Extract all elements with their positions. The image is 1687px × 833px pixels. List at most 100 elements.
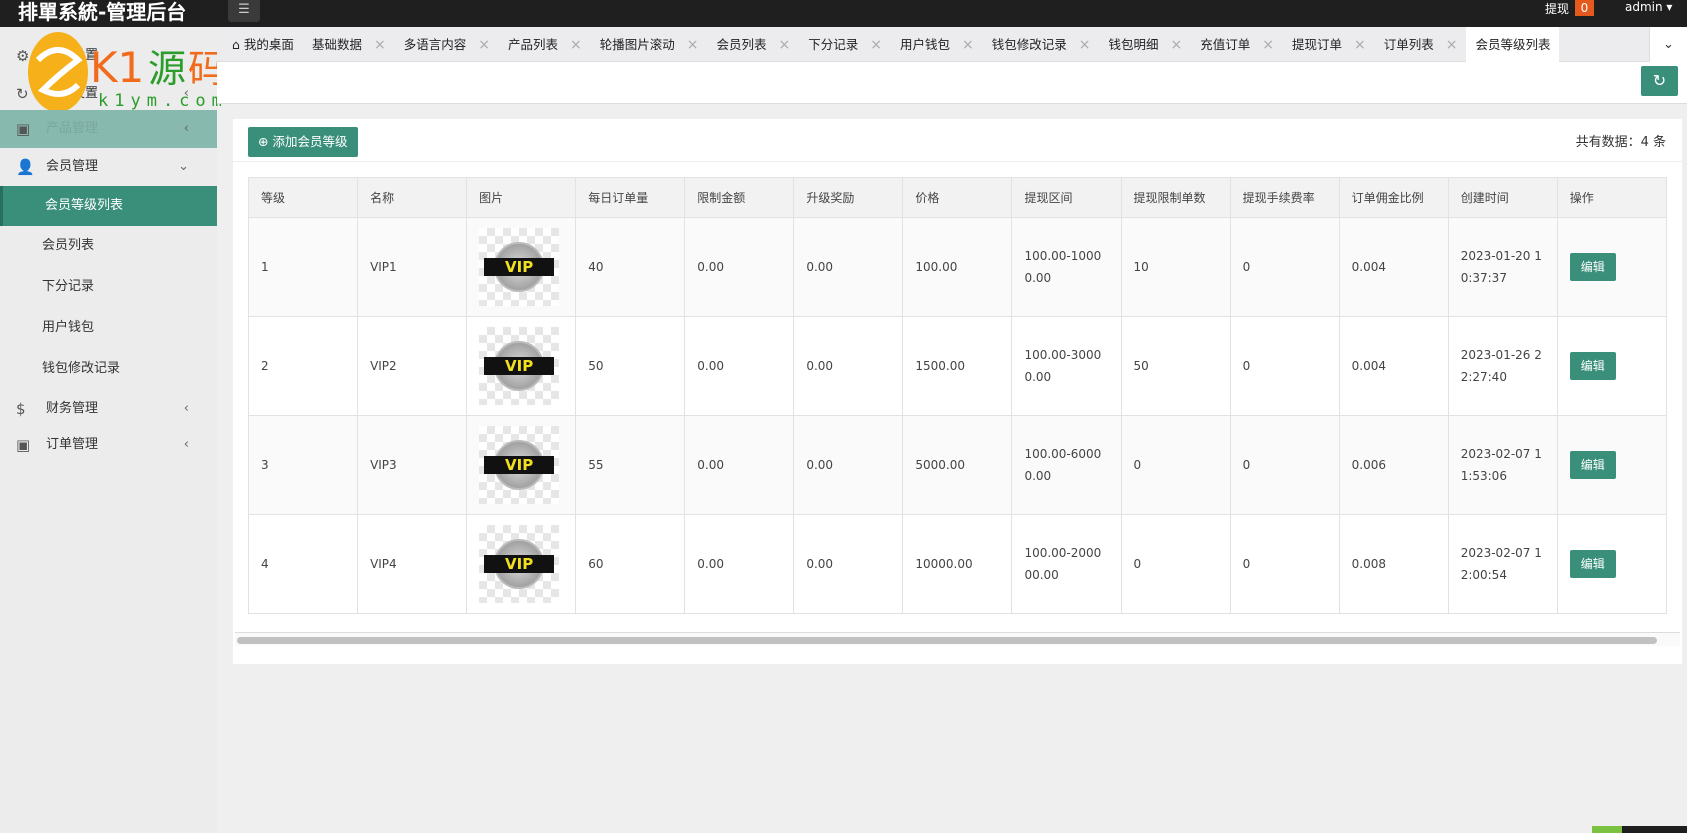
close-icon[interactable]: × <box>1446 37 1458 53</box>
sidebar-item-members[interactable]: 👤 会员管理 ⌄ <box>0 148 217 186</box>
tab-withdraw[interactable]: 提现订单 × <box>1283 27 1375 62</box>
scrollbar-thumb[interactable] <box>237 637 1657 644</box>
table-cell: 0 <box>1229 415 1340 515</box>
refresh-icon: ↻ <box>16 85 29 103</box>
tab-more-button[interactable]: ⌄ <box>1649 27 1687 62</box>
table-cell: 100.00-30000.00 <box>1011 316 1122 416</box>
vip-badge-image: VIP <box>479 327 560 405</box>
chevron-left-icon: ‹ <box>183 437 189 452</box>
table-cell: 100.00-200000.00 <box>1011 514 1122 614</box>
table-cell: 0.008 <box>1338 514 1449 614</box>
tab-orders[interactable]: 订单列表 × <box>1375 27 1467 62</box>
content-card: ⊕ 添加会员等级 共有数据：4 条 等级 名称 图片 每日订单量 限制金额 升级奖励 价格提… <box>233 119 1682 664</box>
table-cell: 40 <box>575 217 686 317</box>
close-icon[interactable]: × <box>1170 37 1182 53</box>
tab-label: 下分记录 <box>808 37 859 52</box>
edit-button[interactable]: 编辑 <box>1569 550 1616 578</box>
tab-label: 钱包明细 <box>1108 37 1159 52</box>
tab-label: 订单列表 <box>1383 37 1434 52</box>
tab-members[interactable]: 会员列表 × <box>707 27 799 62</box>
sidebar-item-wallet[interactable]: 用户钱包 <box>0 309 217 347</box>
box-icon: ▣ <box>16 120 31 138</box>
tab-languages[interactable]: 多语言内容 × <box>395 27 499 62</box>
sidebar-item-label: 产品管理 <box>46 121 99 136</box>
sidebar-item-wallet-log[interactable]: 钱包修改记录 <box>0 350 217 388</box>
edit-button[interactable]: 编辑 <box>1569 451 1616 479</box>
sidebar-item-orders[interactable]: ▣ 订单管理 ‹ <box>0 426 217 464</box>
tab-basic-data[interactable]: 基础数据 × <box>303 27 395 62</box>
close-icon[interactable]: × <box>478 37 490 53</box>
table-cell: 10000.00 <box>902 514 1013 614</box>
table-cell: 0.00 <box>684 217 795 317</box>
edit-button[interactable]: 编辑 <box>1569 253 1616 281</box>
sidebar-item-finance[interactable]: $ 财务管理 ‹ <box>0 390 217 428</box>
vip-label: VIP <box>484 357 555 375</box>
sidebar-item-member-list[interactable]: 会员列表 <box>0 227 217 265</box>
add-member-level-button[interactable]: ⊕ 添加会员等级 <box>248 127 358 157</box>
table-cell: 2023-01-20 10:37:37 <box>1447 217 1558 317</box>
sidebar-item-label: 钱包修改记录 <box>42 361 121 376</box>
table-cell: 0 <box>1120 415 1231 515</box>
table-cell: 0.00 <box>793 316 904 416</box>
tab-label: 基础数据 <box>311 37 362 52</box>
column-header: 订单佣金比例 <box>1338 177 1449 218</box>
home-icon: ⌂ <box>232 37 244 52</box>
table-row: 2 VIP2 VIP 50 0.00 0.00 1500.00 100.00-30000.00… <box>247 316 1668 416</box>
refresh-button[interactable]: ↻ <box>1641 66 1678 96</box>
tab-recharge[interactable]: 充值订单 × <box>1191 27 1283 62</box>
table-cell: 2 <box>247 316 359 416</box>
table-row: 4 VIP4 VIP 60 0.00 0.00 10000.00 100.00-200000.… <box>247 514 1668 614</box>
close-icon[interactable]: × <box>374 37 386 53</box>
close-icon[interactable]: × <box>870 37 882 53</box>
tab-downscore[interactable]: 下分记录 × <box>799 27 891 62</box>
box-icon: ▣ <box>16 436 31 454</box>
corner-bar <box>1622 826 1687 833</box>
tab-carousel[interactable]: 轮播图片滚动 × <box>591 27 708 62</box>
sidebar: ⚙系统设置 ↻基础设置‹ ▣产品管理‹ 👤会员管理⌄ 会员等级列表 会员列表 下… <box>0 27 217 833</box>
chevron-down-icon: ⌄ <box>1663 37 1674 52</box>
horizontal-scrollbar[interactable] <box>235 632 1680 646</box>
column-header: 创建时间 <box>1447 177 1558 218</box>
user-menu[interactable]: admin ▾ <box>1625 0 1672 14</box>
table-cell: VIP <box>466 415 577 515</box>
close-icon[interactable]: × <box>687 37 699 53</box>
tab-label: 产品列表 <box>507 37 558 52</box>
table-cell: 0.004 <box>1338 316 1449 416</box>
tab-label: 用户钱包 <box>899 37 950 52</box>
close-icon[interactable]: × <box>1262 37 1274 53</box>
sidebar-item-products[interactable]: ▣ 产品管理 ‹ <box>0 110 217 148</box>
refresh-icon: ↻ <box>1652 71 1667 90</box>
table-cell: 0.00 <box>793 415 904 515</box>
close-icon[interactable]: × <box>1354 37 1366 53</box>
sidebar-item-downscore[interactable]: 下分记录 <box>0 268 217 306</box>
svg-text:k1ym.com: k1ym.com <box>98 91 228 110</box>
close-icon[interactable]: × <box>962 37 974 53</box>
table-cell: 0 <box>1120 514 1231 614</box>
table-cell: 编辑 <box>1556 514 1668 614</box>
column-header: 价格 <box>902 177 1013 218</box>
withdraw-link[interactable]: 提现 <box>1545 0 1569 17</box>
column-header: 等级 <box>247 177 359 218</box>
close-icon[interactable]: × <box>1079 37 1091 53</box>
close-icon[interactable]: × <box>778 37 790 53</box>
sidebar-item-label: 会员管理 <box>46 159 99 174</box>
table-cell: VIP1 <box>357 217 468 317</box>
table-cell: 100.00-60000.00 <box>1011 415 1122 515</box>
tab-desktop[interactable]: ⌂ 我的桌面 <box>223 27 303 62</box>
user-name: admin <box>1625 0 1663 14</box>
sidebar-item-member-levels[interactable]: 会员等级列表 <box>0 186 217 226</box>
tab-wallet-detail[interactable]: 钱包明细 × <box>1099 27 1191 62</box>
tab-wallet[interactable]: 用户钱包 × <box>891 27 983 62</box>
menu-toggle-button[interactable]: ☰ <box>228 0 260 22</box>
tab-wallet-log[interactable]: 钱包修改记录 × <box>983 27 1100 62</box>
tab-label: 充值订单 <box>1200 37 1251 52</box>
table-cell: 0.006 <box>1338 415 1449 515</box>
close-icon[interactable]: × <box>570 37 582 53</box>
dollar-icon: $ <box>16 400 26 418</box>
tab-products[interactable]: 产品列表 × <box>499 27 591 62</box>
page-toolbar: ↻ <box>217 62 1687 104</box>
table-cell: 0.00 <box>684 415 795 515</box>
edit-button[interactable]: 编辑 <box>1569 352 1616 380</box>
tab-member-levels[interactable]: 会员等级列表 <box>1466 27 1560 62</box>
list-icon: ☰ <box>238 2 250 17</box>
